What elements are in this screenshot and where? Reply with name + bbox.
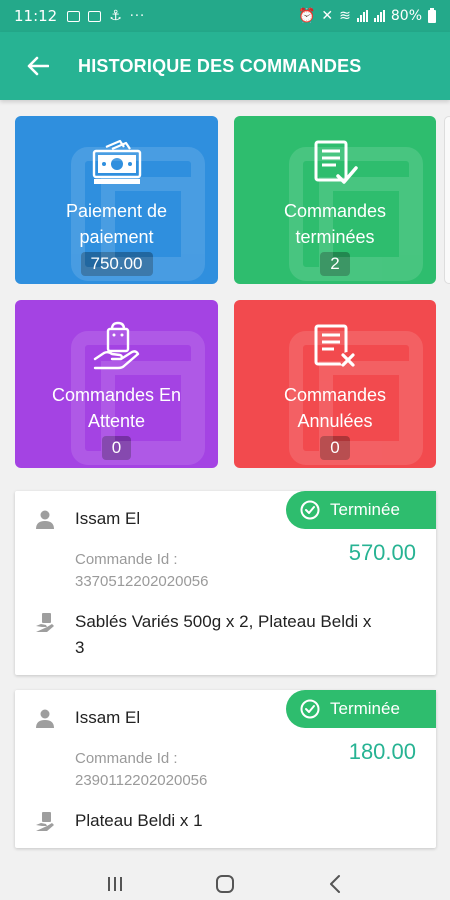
page-title: HISTORIQUE DES COMMANDES [78,55,362,76]
more-notifications-icon: ··· [129,8,146,24]
check-circle-icon [300,500,320,520]
alarm-icon: ⏰ [297,8,316,24]
back-button[interactable] [16,44,60,88]
hand-bag-icon [36,613,54,632]
screen-notification-icon [88,10,102,22]
battery-icon [428,7,436,23]
order-id: 2390112202020056 [75,772,208,789]
person-icon [36,510,54,529]
order-id: 3370512202020056 [75,573,209,590]
check-circle-icon [300,699,320,719]
customer-name: Issam El [75,708,141,727]
usb-notification-icon: ⚓ [109,8,122,24]
order-items: Sablés Variés 500g x 2, Plateau Beldi x … [75,612,372,657]
customer-name: Issam El [75,509,141,528]
pending-orders-card[interactable]: Commandes En Attente 0 [15,300,218,468]
next-card-peek [444,116,450,284]
order-items: Plateau Beldi x 1 [75,811,203,830]
home-button[interactable] [205,869,245,899]
order-card[interactable]: Terminée Issam El Commande Id : 23901122… [15,690,436,848]
status-time: 11:12 [14,7,58,25]
cancelled-orders-card[interactable]: Commandes Annulées 0 [234,300,436,468]
system-back-button[interactable] [315,869,355,899]
image-notification-icon [67,10,81,22]
hand-bag-icon [36,812,54,831]
wifi-icon: ≋ [339,8,351,24]
battery-percent: 80% [390,8,422,24]
order-id-label: Commande Id : [75,750,178,767]
status-badge: Terminée [286,491,436,529]
watermark-icon [71,331,205,465]
status-text: Terminée [330,500,400,519]
watermark-icon [289,147,423,281]
order-id-label: Commande Id : [75,551,178,568]
status-text: Terminée [330,699,400,718]
chevron-left-icon [330,875,340,893]
watermark-icon [289,331,423,465]
recent-apps-icon [108,877,122,891]
system-nav-bar [0,868,450,900]
status-badge: Terminée [286,690,436,728]
home-icon [216,875,234,893]
mute-icon: ✕ [321,8,334,24]
recent-apps-button[interactable] [95,869,135,899]
signal-2-icon [373,10,385,22]
arrow-left-icon [27,56,49,76]
order-amount: 570.00 [348,540,416,565]
order-card[interactable]: Terminée Issam El Commande Id : 33705122… [15,491,436,675]
status-bar: 11:12 ⚓ ··· ⏰ ✕ ≋ 80% [0,0,450,32]
signal-icon [356,10,368,22]
order-amount: 180.00 [348,739,416,764]
payment-card[interactable]: Paiement de paiement 750.00 [15,116,218,284]
person-icon [36,709,54,728]
watermark-icon [71,147,205,281]
completed-orders-card[interactable]: Commandes terminées 2 [234,116,436,284]
app-header: HISTORIQUE DES COMMANDES [0,32,450,100]
